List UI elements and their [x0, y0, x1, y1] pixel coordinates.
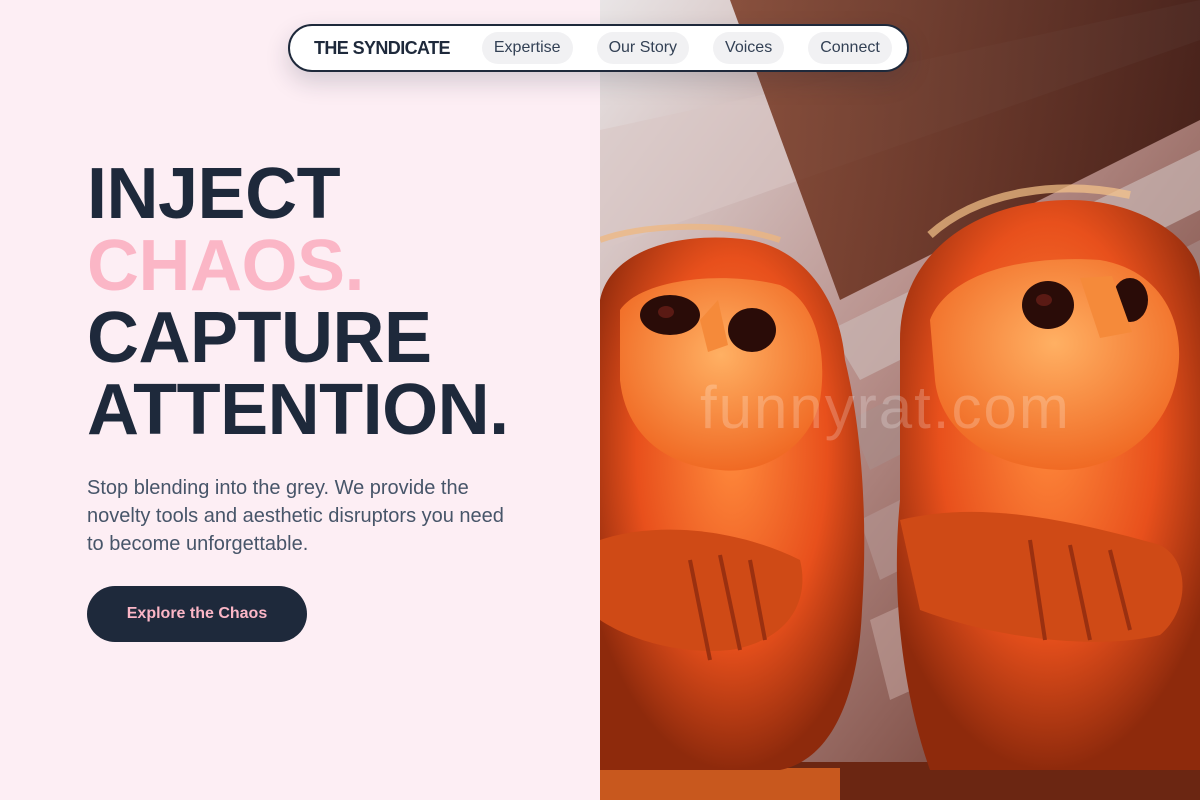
headline-line-3: CAPTURE	[87, 298, 432, 378]
monkey-figurines-image: funnyrat.com	[600, 0, 1200, 800]
headline-line-2: CHAOS.	[87, 226, 365, 306]
hero-content: INJECT CHAOS. CAPTURE ATTENTION. Stop bl…	[87, 158, 517, 558]
hero-subtext: Stop blending into the grey. We provide …	[87, 477, 504, 555]
headline-line-4: ATTENTION.	[87, 370, 509, 450]
nav-menu: Expertise Our Story Voices Connect	[481, 32, 892, 64]
explore-chaos-button[interactable]: Explore the Chaos	[87, 586, 307, 642]
hero-headline: INJECT CHAOS. CAPTURE ATTENTION.	[87, 158, 517, 446]
hero-image: funnyrat.com	[600, 0, 1200, 800]
nav-link-expertise[interactable]: Expertise	[481, 32, 573, 64]
nav-link-our-story[interactable]: Our Story	[596, 32, 690, 64]
nav-link-connect[interactable]: Connect	[808, 32, 892, 64]
headline-line-1: INJECT	[87, 154, 341, 234]
watermark-text: funnyrat.com	[700, 374, 1071, 441]
top-navbar: THE SYNDICATE Expertise Our Story Voices…	[288, 24, 909, 72]
nav-link-voices[interactable]: Voices	[713, 32, 785, 64]
brand-logo[interactable]: THE SYNDICATE	[314, 38, 450, 59]
